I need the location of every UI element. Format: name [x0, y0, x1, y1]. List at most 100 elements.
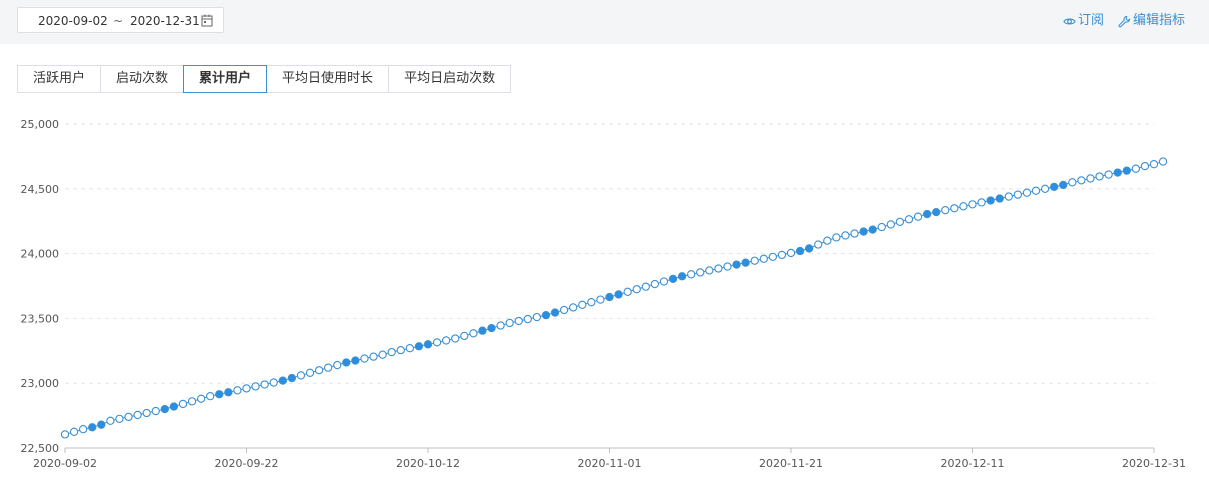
data-point — [432, 338, 442, 347]
data-point-filled — [160, 404, 169, 414]
data-point — [841, 231, 850, 240]
data-point — [904, 215, 914, 224]
data-point-filled — [487, 323, 496, 333]
data-point — [314, 366, 324, 375]
data-point — [142, 408, 151, 418]
data-point-filled — [351, 356, 360, 365]
chart-gridlines — [65, 123, 1154, 384]
y-tick-label: 24,500 — [21, 183, 60, 196]
data-point — [1140, 161, 1150, 171]
data-point — [305, 368, 315, 377]
data-point — [523, 314, 532, 324]
data-point — [378, 350, 387, 359]
tab-active-users[interactable]: 活跃用户 — [17, 65, 102, 93]
tab-avg-daily-launch-count[interactable]: 平均日启动次数 — [388, 65, 512, 93]
data-point-filled — [932, 207, 941, 217]
data-point — [469, 329, 478, 338]
tab-cumulative-users[interactable]: 累计用户 — [183, 65, 268, 93]
data-point — [559, 305, 569, 315]
date-end[interactable]: 2020-12-31 — [130, 14, 200, 28]
data-point — [959, 202, 968, 211]
data-point — [913, 212, 923, 221]
data-point — [632, 285, 641, 294]
data-point — [1131, 164, 1140, 173]
data-point — [460, 331, 469, 341]
tab-avg-daily-usage-time[interactable]: 平均日使用时长 — [266, 65, 390, 93]
data-point — [251, 382, 260, 391]
data-point-filled — [741, 258, 750, 267]
data-point — [786, 248, 796, 258]
data-point-filled — [1050, 182, 1059, 192]
data-point — [832, 233, 841, 242]
data-point — [496, 321, 505, 330]
data-point-filled — [541, 311, 551, 320]
calendar-icon[interactable] — [201, 14, 213, 27]
data-point — [705, 266, 714, 275]
data-point-filled — [1113, 168, 1122, 177]
data-point — [124, 412, 133, 422]
data-point — [696, 268, 705, 277]
data-point — [750, 256, 759, 265]
data-point — [260, 380, 269, 389]
data-point — [441, 336, 451, 345]
data-point — [532, 312, 542, 322]
x-tick-label: 2020-10-12 — [396, 457, 460, 470]
data-point-filled — [614, 290, 623, 299]
date-range-picker[interactable]: 2020-09-02 ~ 2020-12-31 — [17, 7, 224, 33]
data-point — [405, 344, 414, 353]
data-point — [759, 254, 768, 263]
y-tick-label: 23,500 — [21, 312, 60, 325]
data-point — [1004, 192, 1013, 201]
data-point — [1068, 178, 1077, 187]
data-point-filled — [805, 244, 814, 253]
subscribe-button[interactable]: 订阅 — [1063, 13, 1104, 29]
data-point — [623, 287, 632, 296]
data-point-filled — [169, 402, 179, 411]
data-point — [895, 217, 905, 226]
data-point — [324, 363, 333, 372]
data-point-filled — [97, 420, 106, 429]
data-point — [196, 394, 206, 403]
subscribe-label: 订阅 — [1077, 13, 1104, 28]
data-point-filled — [986, 196, 995, 205]
data-point — [1095, 172, 1104, 181]
series-points — [60, 157, 1168, 439]
data-point — [768, 252, 777, 261]
data-point — [823, 236, 832, 245]
data-point — [714, 264, 723, 273]
data-point — [451, 334, 460, 343]
data-point — [1086, 174, 1095, 183]
data-point — [69, 427, 79, 436]
data-point — [360, 354, 369, 363]
data-point-filled — [478, 326, 487, 335]
data-point-filled — [605, 292, 614, 302]
data-point-filled — [278, 376, 287, 385]
data-point-filled — [342, 358, 351, 367]
data-point-filled — [215, 390, 224, 399]
y-tick-label: 25,000 — [21, 118, 60, 131]
top-toolbar: 2020-09-02 ~ 2020-12-31 订阅 编辑指标 — [0, 0, 1209, 44]
edit-metrics-button[interactable]: 编辑指标 — [1118, 13, 1185, 29]
x-axis: 2020-09-02 2020-09-22 2020-10-12 2020-11-01… — [33, 447, 1186, 470]
data-point — [1022, 188, 1032, 197]
data-point — [641, 282, 650, 291]
data-point — [151, 406, 160, 416]
data-point — [850, 229, 859, 238]
data-point — [659, 277, 669, 286]
data-point-filled — [224, 388, 233, 397]
tab-launch-count[interactable]: 启动次数 — [100, 65, 185, 93]
date-start[interactable]: 2020-09-02 — [38, 14, 108, 28]
data-point — [814, 240, 823, 249]
data-point — [950, 204, 959, 213]
data-point — [877, 222, 886, 232]
y-axis: 22,500 23,000 23,500 24,000 24,500 25,000 — [21, 118, 60, 455]
data-point — [178, 399, 188, 409]
data-point — [1031, 186, 1041, 195]
data-point — [396, 346, 405, 355]
data-point — [569, 303, 578, 312]
data-point — [1077, 176, 1086, 185]
data-point — [941, 206, 950, 215]
x-tick-label: 2020-11-21 — [759, 457, 823, 470]
data-point — [242, 384, 251, 393]
x-tick-label: 2020-09-02 — [33, 457, 97, 470]
